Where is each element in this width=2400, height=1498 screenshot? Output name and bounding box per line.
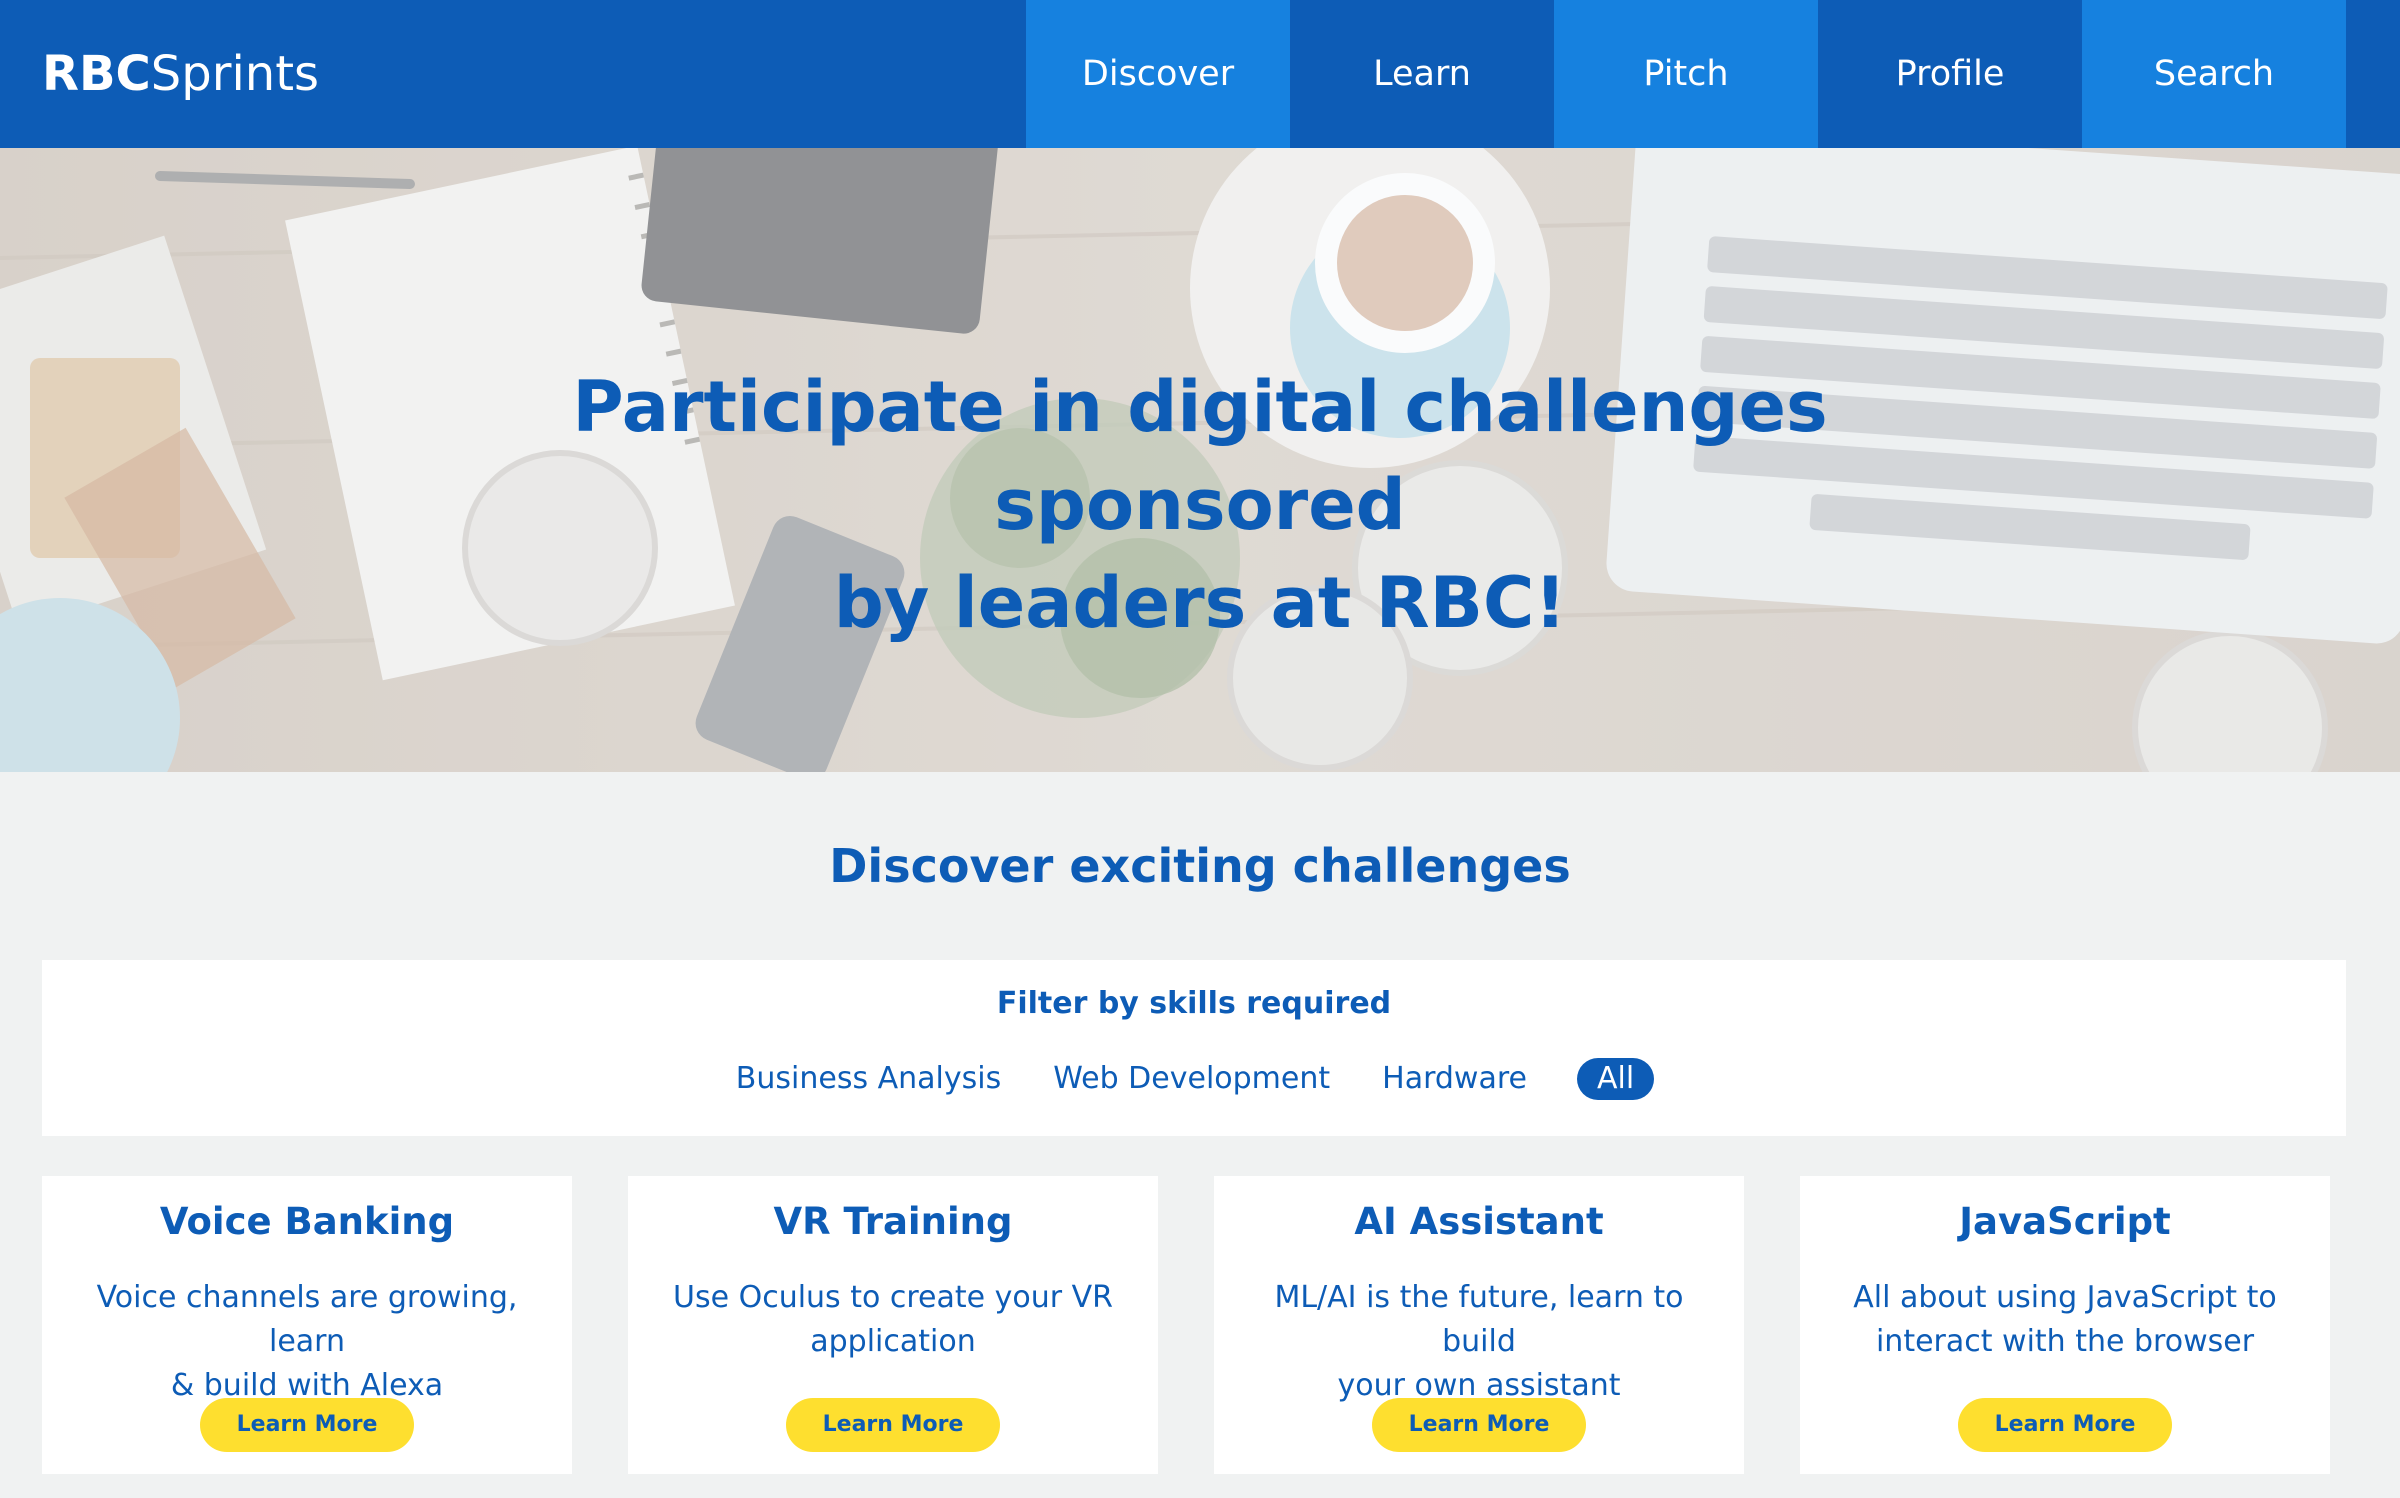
challenge-card-list: Voice Banking Voice channels are growing… bbox=[42, 1176, 2332, 1474]
filter-tag-all[interactable]: All bbox=[1576, 1058, 1655, 1100]
brand-logo-bold: RBC bbox=[42, 46, 151, 102]
card-description-line2: application bbox=[810, 1324, 976, 1359]
card-description-line2: interact with the browser bbox=[1875, 1324, 2255, 1359]
nav-item-discover[interactable]: Discover bbox=[1026, 0, 1290, 148]
top-navbar: RBCSprints Discover Learn Pitch Profile … bbox=[0, 0, 2400, 148]
nav-item-pitch[interactable]: Pitch bbox=[1554, 0, 1818, 148]
card-title: AI Assistant bbox=[1354, 1200, 1604, 1243]
learn-more-button[interactable]: Learn More bbox=[1372, 1398, 1586, 1452]
main-nav: Discover Learn Pitch Profile Search bbox=[1026, 0, 2346, 148]
card-description: ML/AI is the future, learn to build your… bbox=[1234, 1276, 1724, 1408]
card-description: Voice channels are growing, learn & buil… bbox=[62, 1276, 552, 1408]
nav-item-learn[interactable]: Learn bbox=[1290, 0, 1554, 148]
filter-tag-business-analysis[interactable]: Business Analysis bbox=[734, 1058, 1003, 1100]
card-description-line1: ML/AI is the future, learn to build bbox=[1274, 1280, 1684, 1359]
filter-title: Filter by skills required bbox=[996, 986, 1392, 1021]
challenge-card-vr-training: VR Training Use Oculus to create your VR… bbox=[628, 1176, 1158, 1474]
challenge-card-ai-assistant: AI Assistant ML/AI is the future, learn … bbox=[1214, 1176, 1744, 1474]
nav-item-search[interactable]: Search bbox=[2082, 0, 2346, 148]
brand-logo-light: Sprints bbox=[150, 46, 320, 102]
filter-tags: Business Analysis Web Development Hardwa… bbox=[42, 1058, 2346, 1100]
learn-more-button[interactable]: Learn More bbox=[1958, 1398, 2172, 1452]
section-title: Discover exciting challenges bbox=[829, 839, 1571, 893]
challenge-card-voice-banking: Voice Banking Voice channels are growing… bbox=[42, 1176, 572, 1474]
filter-tag-hardware[interactable]: Hardware bbox=[1380, 1058, 1529, 1100]
card-description-line1: Voice channels are growing, learn bbox=[96, 1280, 518, 1359]
learn-more-button[interactable]: Learn More bbox=[786, 1398, 1000, 1452]
filter-tag-web-development[interactable]: Web Development bbox=[1051, 1058, 1332, 1100]
card-title: VR Training bbox=[773, 1200, 1013, 1243]
card-description: All about using JavaScript to interact w… bbox=[1820, 1276, 2310, 1364]
filter-panel: Filter by skills required Business Analy… bbox=[42, 960, 2346, 1136]
card-description: Use Oculus to create your VR application bbox=[648, 1276, 1138, 1364]
nav-item-profile[interactable]: Profile bbox=[1818, 0, 2082, 148]
brand-logo[interactable]: RBCSprints bbox=[42, 44, 319, 104]
card-description-line1: Use Oculus to create your VR bbox=[673, 1280, 1113, 1315]
card-description-line1: All about using JavaScript to bbox=[1853, 1280, 2277, 1315]
hero-headline-line1: Participate in digital challenges sponso… bbox=[572, 366, 1828, 546]
learn-more-button[interactable]: Learn More bbox=[200, 1398, 414, 1452]
hero-banner: Participate in digital challenges sponso… bbox=[0, 148, 2400, 772]
card-title: Voice Banking bbox=[159, 1200, 455, 1243]
card-title: JavaScript bbox=[1959, 1200, 2171, 1243]
hero-headline: Participate in digital challenges sponso… bbox=[400, 358, 2000, 652]
hero-headline-line2: by leaders at RBC! bbox=[833, 562, 1567, 644]
challenge-card-javascript: JavaScript All about using JavaScript to… bbox=[1800, 1176, 2330, 1474]
